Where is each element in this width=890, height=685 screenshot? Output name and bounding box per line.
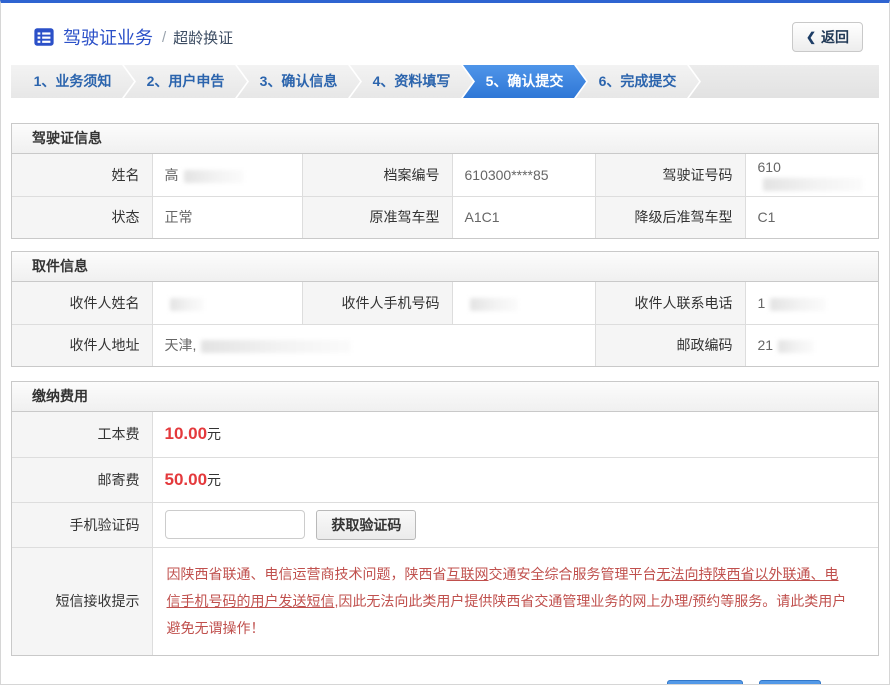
production-fee-value: 10.00元: [152, 412, 878, 457]
table-row: 工本费 10.00元: [12, 412, 878, 457]
form-list-icon: [33, 26, 55, 48]
footer-actions: 上一步 完成: [11, 680, 879, 685]
step-tab-4[interactable]: 4、资料填写: [350, 65, 473, 98]
recipient-address-label: 收件人地址: [12, 324, 152, 366]
fee-unit: 元: [207, 472, 221, 488]
fees-section-title: 缴纳费用: [12, 382, 878, 412]
sms-notice-text: 因陕西省联通、电信运营商技术问题，陕西省互联网交通安全综合服务管理平台无法向持陕…: [165, 548, 867, 655]
step-tabs: 1、业务须知 2、用户申告 3、确认信息 4、资料填写 5、确认提交 6、完成提…: [11, 65, 879, 98]
original-class-value: A1C1: [452, 196, 595, 238]
previous-step-button[interactable]: 上一步: [667, 680, 743, 685]
recipient-phone-value: 1: [745, 282, 878, 324]
redacted-blur: [763, 178, 863, 191]
page-title: 驾驶证业务: [63, 24, 153, 50]
postage-fee-value: 50.00元: [152, 457, 878, 502]
file-number-label: 档案编号: [302, 154, 452, 196]
chevron-left-icon: ❮: [806, 30, 816, 44]
table-row: 收件人地址 天津, 邮政编码 21: [12, 324, 878, 366]
redacted-blur: [470, 298, 518, 311]
license-info-section: 驾驶证信息 姓名 高 档案编号 610300****85 驾驶证号码 610 状…: [11, 123, 879, 239]
postage-fee-amount: 50.00: [165, 470, 208, 489]
status-value: 正常: [152, 196, 302, 238]
table-row: 邮寄费 50.00元: [12, 457, 878, 502]
step-tab-3[interactable]: 3、确认信息: [237, 65, 360, 98]
status-label: 状态: [12, 196, 152, 238]
table-row: 姓名 高 档案编号 610300****85 驾驶证号码 610: [12, 154, 878, 196]
breadcrumb-current: 超龄换证: [173, 27, 233, 48]
step-tabs-filler: [689, 65, 879, 98]
page-header: 驾驶证业务 / 超龄换证 ❮ 返回: [1, 3, 889, 65]
recipient-name-label: 收件人姓名: [12, 282, 152, 324]
table-row: 收件人姓名 收件人手机号码 收件人联系电话 1: [12, 282, 878, 324]
postage-fee-label: 邮寄费: [12, 457, 152, 502]
production-fee-amount: 10.00: [165, 424, 208, 443]
finish-button[interactable]: 完成: [759, 680, 821, 685]
redacted-blur: [184, 170, 244, 183]
fees-section: 缴纳费用 工本费 10.00元 邮寄费 50.00元 手机验证码: [11, 381, 879, 656]
pickup-section-title: 取件信息: [12, 252, 878, 282]
production-fee-label: 工本费: [12, 412, 152, 457]
downgraded-class-label: 降级后准驾车型: [595, 196, 745, 238]
page-container: 驾驶证业务 / 超龄换证 ❮ 返回 1、业务须知 2、用户申告 3、确认信息 4…: [0, 0, 890, 685]
table-row: 短信接收提示 因陕西省联通、电信运营商技术问题，陕西省互联网交通安全综合服务管理…: [12, 547, 878, 655]
license-section-title: 驾驶证信息: [12, 124, 878, 154]
downgraded-class-value: C1: [745, 196, 878, 238]
name-label: 姓名: [12, 154, 152, 196]
step-tab-1[interactable]: 1、业务须知: [11, 65, 134, 98]
recipient-mobile-value: [452, 282, 595, 324]
step-tab-5-active[interactable]: 5、确认提交: [463, 65, 586, 98]
sms-notice-cell: 因陕西省联通、电信运营商技术问题，陕西省互联网交通安全综合服务管理平台无法向持陕…: [152, 547, 878, 655]
captcha-input[interactable]: [165, 510, 305, 539]
postal-code-value: 21: [745, 324, 878, 366]
recipient-mobile-label: 收件人手机号码: [302, 282, 452, 324]
breadcrumb-separator: /: [162, 29, 166, 46]
step-tab-6[interactable]: 6、完成提交: [576, 65, 699, 98]
captcha-label: 手机验证码: [12, 502, 152, 547]
sms-notice-label: 短信接收提示: [12, 547, 152, 655]
original-class-label: 原准驾车型: [302, 196, 452, 238]
fee-unit: 元: [207, 426, 221, 442]
postal-code-label: 邮政编码: [595, 324, 745, 366]
recipient-name-value: [152, 282, 302, 324]
license-info-table: 姓名 高 档案编号 610300****85 驾驶证号码 610 状态 正常 原…: [12, 154, 878, 238]
back-button[interactable]: ❮ 返回: [792, 22, 863, 52]
redacted-blur: [170, 298, 204, 311]
table-row: 手机验证码 获取验证码: [12, 502, 878, 547]
license-number-value: 610: [745, 154, 878, 196]
back-button-label: 返回: [821, 27, 849, 47]
recipient-phone-label: 收件人联系电话: [595, 282, 745, 324]
pickup-info-table: 收件人姓名 收件人手机号码 收件人联系电话 1 收件人地址 天津, 邮政编码 2…: [12, 282, 878, 366]
table-row: 状态 正常 原准驾车型 A1C1 降级后准驾车型 C1: [12, 196, 878, 238]
pickup-info-section: 取件信息 收件人姓名 收件人手机号码 收件人联系电话 1 收件人地址 天津, 邮…: [11, 251, 879, 367]
redacted-blur: [201, 340, 351, 353]
redacted-blur: [770, 298, 826, 311]
main-content: 驾驶证信息 姓名 高 档案编号 610300****85 驾驶证号码 610 状…: [1, 123, 889, 685]
redacted-blur: [778, 340, 814, 353]
license-number-label: 驾驶证号码: [595, 154, 745, 196]
fees-table: 工本费 10.00元 邮寄费 50.00元 手机验证码 获取验证码: [12, 412, 878, 655]
step-tab-2[interactable]: 2、用户申告: [124, 65, 247, 98]
recipient-address-value: 天津,: [152, 324, 595, 366]
name-value: 高: [152, 154, 302, 196]
captcha-cell: 获取验证码: [152, 502, 878, 547]
file-number-value: 610300****85: [452, 154, 595, 196]
get-captcha-button[interactable]: 获取验证码: [316, 510, 416, 540]
